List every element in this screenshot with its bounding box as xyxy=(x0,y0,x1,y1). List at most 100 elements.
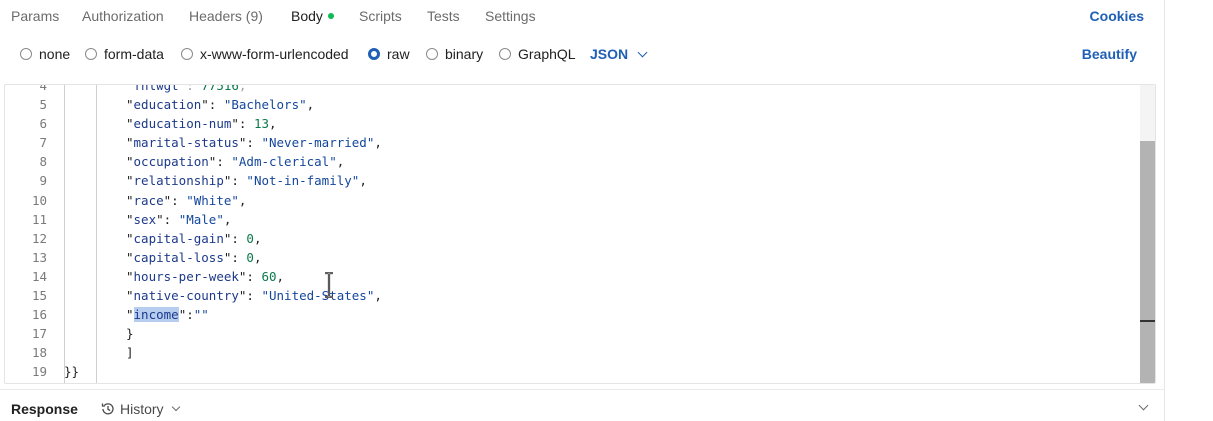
mode-urlencoded[interactable]: x-www-form-urlencoded xyxy=(181,46,349,62)
code-line: 9 "relationship": "Not-in-family", xyxy=(5,171,1142,190)
beautify-button[interactable]: Beautify xyxy=(1082,46,1137,62)
comma: , xyxy=(223,211,232,227)
line-number: 7 xyxy=(39,135,47,151)
scrollbar-cursor-marker xyxy=(1140,320,1155,322)
radio-icon xyxy=(426,48,438,60)
collapse-response-icon[interactable] xyxy=(1138,400,1149,411)
tab-authorization[interactable]: Authorization xyxy=(82,8,164,24)
code-line: 5 "education": "Bachelors", xyxy=(5,95,1142,114)
format-dropdown[interactable]: JSON xyxy=(590,46,648,62)
line-number: 15 xyxy=(31,288,47,304)
line-number: 16 xyxy=(31,307,47,323)
tab-body-label: Body xyxy=(291,8,323,24)
mode-raw[interactable]: raw xyxy=(368,46,410,62)
code-text: "capital-gain": 0, xyxy=(126,229,261,248)
separator: ": xyxy=(163,192,187,208)
line-number: 18 xyxy=(31,345,47,361)
code-text: "race": "White", xyxy=(126,191,246,210)
history-icon xyxy=(101,403,114,415)
mode-graphql[interactable]: GraphQL xyxy=(499,46,576,62)
line-number: 11 xyxy=(31,211,47,227)
quote: " xyxy=(126,135,134,151)
line-number: 9 xyxy=(39,173,47,189)
body-mode-selector: none form-data x-www-form-urlencoded raw… xyxy=(0,40,1165,68)
code-text: "capital-loss": 0, xyxy=(126,248,261,267)
comma: , xyxy=(238,192,247,208)
separator: ": xyxy=(223,230,247,246)
code-line: 15 "native-country": "United-States", xyxy=(5,286,1142,305)
history-button[interactable]: History xyxy=(100,401,180,417)
json-key: relationship xyxy=(133,173,224,189)
line-number: 4 xyxy=(39,84,47,93)
body-modified-dot-icon xyxy=(327,13,334,19)
quote: " xyxy=(126,249,134,265)
code-line: 16 "income":"" xyxy=(5,305,1142,324)
mode-form-data-label: form-data xyxy=(104,46,164,62)
tab-scripts[interactable]: Scripts xyxy=(359,8,402,24)
tab-params[interactable]: Params xyxy=(11,8,59,24)
code-line: 19}} xyxy=(5,362,1142,381)
radio-icon xyxy=(181,48,193,60)
comma: , xyxy=(359,173,367,189)
separator: ": xyxy=(208,154,232,170)
tab-headers[interactable]: Headers (9) xyxy=(189,8,263,24)
quote: " xyxy=(126,288,134,304)
comma: , xyxy=(253,249,262,265)
tab-body[interactable]: Body xyxy=(291,8,334,24)
line-number: 13 xyxy=(31,249,47,265)
json-key: capital-loss xyxy=(133,249,224,265)
json-number-value: 13 xyxy=(253,116,270,132)
code-line: 6 "education-num": 13, xyxy=(5,114,1142,133)
mode-none[interactable]: none xyxy=(20,46,70,62)
cookies-link[interactable]: Cookies xyxy=(1090,8,1144,24)
request-panel: Params Authorization Headers (9) Body Sc… xyxy=(0,0,1165,421)
code-text: "sex": "Male", xyxy=(126,210,231,229)
code-text: "income":"" xyxy=(126,305,209,324)
quote: " xyxy=(126,307,134,323)
history-label: History xyxy=(120,401,164,417)
json-key: race xyxy=(133,192,164,208)
code-lines: 4 "fnlwgt": 77516, 5 "education": "Bachelor… xyxy=(5,84,1142,382)
code-text: "marital-status": "Never-married", xyxy=(126,133,382,152)
separator: ": xyxy=(178,307,194,323)
json-key: occupation xyxy=(133,154,209,170)
line-number: 10 xyxy=(31,192,47,208)
code-editor[interactable]: 4 "fnlwgt": 77516, 5 "education": "Bachelor… xyxy=(4,84,1156,384)
quote: " xyxy=(126,268,134,284)
tab-settings[interactable]: Settings xyxy=(485,8,536,24)
tab-tests[interactable]: Tests xyxy=(427,8,460,24)
radio-icon xyxy=(499,48,511,60)
quote: " xyxy=(126,116,134,132)
code-text: "relationship": "Not-in-family", xyxy=(126,171,367,190)
json-key: education-num xyxy=(133,116,232,132)
separator: ": xyxy=(223,249,247,265)
code-text: "education-num": 13, xyxy=(126,114,277,133)
code-line: 14 "hours-per-week": 60, xyxy=(5,267,1142,286)
json-string-value: "White" xyxy=(186,192,239,208)
quote: " xyxy=(126,173,134,189)
code-line: 10 "race": "White", xyxy=(5,191,1142,210)
json-number-value: 0 xyxy=(246,249,254,265)
json-key: education xyxy=(133,97,202,113)
code-line: 18] xyxy=(5,343,1142,362)
quote: " xyxy=(126,230,134,246)
separator: ": xyxy=(156,211,179,227)
mode-binary[interactable]: binary xyxy=(426,46,483,62)
separator: ": xyxy=(231,116,254,132)
code-line: 4 "fnlwgt": 77516, xyxy=(5,84,1142,95)
json-string-value: "Male" xyxy=(178,211,224,227)
json-number-value: 0 xyxy=(246,230,254,246)
json-string-value: "Adm-clerical" xyxy=(231,154,337,170)
quote: " xyxy=(126,97,134,113)
mode-raw-label: raw xyxy=(387,46,410,62)
editor-scrollbar-thumb[interactable] xyxy=(1140,141,1155,383)
json-key: income xyxy=(133,307,179,323)
mode-binary-label: binary xyxy=(445,46,484,62)
json-string-value: "Bachelors" xyxy=(223,97,307,113)
mode-form-data[interactable]: form-data xyxy=(85,46,164,62)
code-text: "education": "Bachelors", xyxy=(126,95,314,114)
chevron-down-icon xyxy=(637,47,648,57)
comma: , xyxy=(336,154,345,170)
comma: , xyxy=(238,84,247,93)
format-dropdown-value: JSON xyxy=(590,46,629,62)
